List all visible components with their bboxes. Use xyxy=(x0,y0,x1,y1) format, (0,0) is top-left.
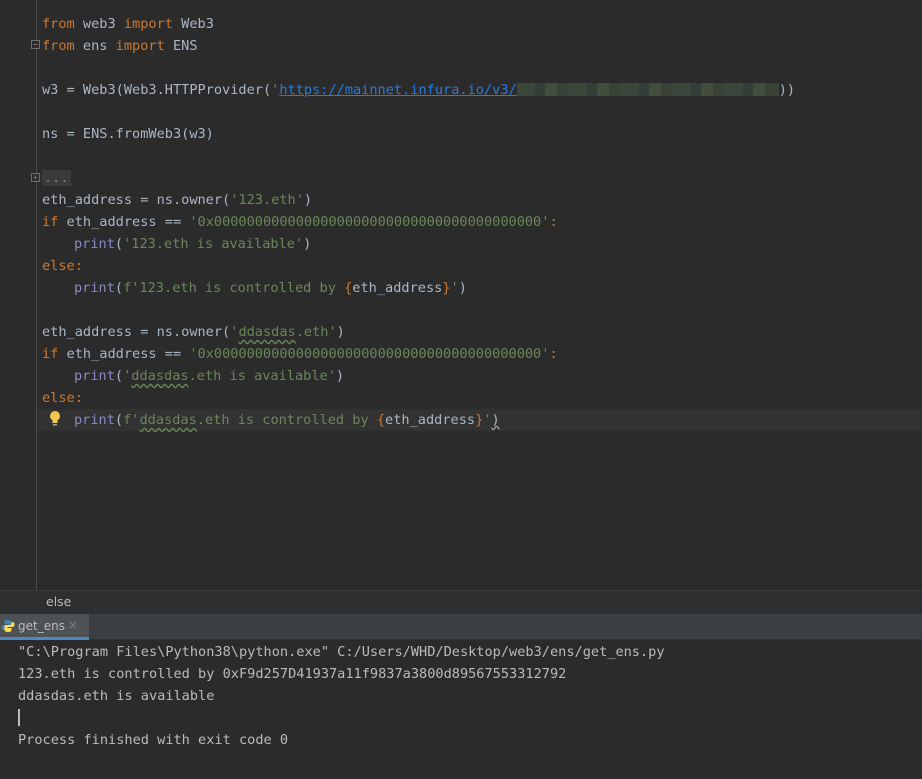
code-text: ( xyxy=(114,236,124,252)
keyword: if xyxy=(42,214,59,230)
keyword: from xyxy=(42,16,75,32)
code-text: eth_address xyxy=(385,412,476,428)
code-text: )) xyxy=(778,82,796,98)
code-text: eth_address = ns.owner( xyxy=(42,192,231,208)
redacted-api-key xyxy=(516,83,779,96)
spelling-warning[interactable]: ddasdas xyxy=(139,412,196,428)
code-text: ns = ENS.fromWeb3(w3) xyxy=(42,126,214,142)
code-text: ) xyxy=(303,192,313,208)
run-tab-bar: get_ens × xyxy=(0,614,922,640)
code-line-7[interactable]: if eth_address == '0x0000000000000000000… xyxy=(42,211,558,233)
fstring-brace: { xyxy=(376,412,386,428)
code-text: Web3 xyxy=(172,16,214,32)
text-cursor xyxy=(18,709,20,726)
keyword: else xyxy=(42,258,75,274)
run-console[interactable]: "C:\Program Files\Python38\python.exe" C… xyxy=(0,640,922,779)
fold-icon[interactable]: − xyxy=(31,40,40,49)
console-line: ddasdas.eth is available xyxy=(18,688,215,704)
code-line-2[interactable]: from ens import ENS xyxy=(42,35,198,57)
close-icon[interactable]: × xyxy=(68,618,78,632)
code-line-8[interactable]: print('123.eth is available') xyxy=(74,233,311,255)
console-line: 123.eth is controlled by 0xF9d257D41937a… xyxy=(18,666,567,682)
code-text: eth_address xyxy=(352,280,443,296)
fstring-brace: } xyxy=(442,280,451,296)
builtin-function: print xyxy=(74,280,115,296)
spelling-warning[interactable]: ddasdas xyxy=(238,324,295,340)
code-line-10[interactable]: print(f'123.eth is controlled by {eth_ad… xyxy=(74,277,467,299)
code-text: ) xyxy=(303,236,312,252)
colon: : xyxy=(549,346,558,362)
keyword: else xyxy=(42,390,75,406)
spelling-warning[interactable]: ddasdas xyxy=(131,368,188,384)
fstring-literal: f'123.eth is controlled by xyxy=(123,280,345,296)
code-line-11[interactable]: eth_address = ns.owner('ddasdas.eth') xyxy=(42,321,345,343)
code-line-1[interactable]: from web3 import Web3 xyxy=(42,13,214,35)
console-line: Process finished with exit code 0 xyxy=(18,732,289,748)
code-text: ) xyxy=(491,412,500,428)
folded-region[interactable]: ... xyxy=(42,170,71,186)
code-text: web3 xyxy=(74,16,124,32)
python-icon xyxy=(1,620,15,632)
string-literal: .eth' xyxy=(295,324,337,340)
breadcrumb: else xyxy=(0,590,922,614)
string-literal: .eth is available' xyxy=(188,368,336,384)
code-line-5[interactable]: ... xyxy=(42,167,71,189)
code-text: eth_address == xyxy=(58,346,190,362)
code-text: ) xyxy=(458,280,467,296)
code-text: eth_address == xyxy=(58,214,190,230)
tab-label: get_ens xyxy=(18,619,65,633)
gutter-divider xyxy=(36,0,37,590)
colon: : xyxy=(549,214,558,230)
infura-url-link[interactable]: https://mainnet.infura.io/v3/ xyxy=(279,82,516,98)
builtin-function: print xyxy=(74,236,115,252)
code-line-3[interactable]: w3 = Web3(Web3.HTTPProvider('https://mai… xyxy=(42,79,795,101)
keyword: import xyxy=(115,38,165,54)
code-text: ENS xyxy=(164,38,198,54)
lightbulb-icon[interactable] xyxy=(49,410,61,430)
string-literal: '123.eth is available' xyxy=(123,236,304,252)
code-line-14[interactable]: else: xyxy=(42,387,83,409)
code-text: ) xyxy=(336,324,345,340)
string-quote: ' xyxy=(450,280,459,296)
code-text: ( xyxy=(114,368,124,384)
code-text: ( xyxy=(114,412,124,428)
fstring-literal: .eth is controlled by xyxy=(196,412,377,428)
code-line-12[interactable]: if eth_address == '0x0000000000000000000… xyxy=(42,343,558,365)
code-text: ) xyxy=(335,368,345,384)
code-line-9[interactable]: else: xyxy=(42,255,83,277)
keyword: from xyxy=(42,38,75,54)
fstring-prefix: f' xyxy=(123,412,140,428)
code-editor[interactable]: − + from web3 import Web3 from ens impor… xyxy=(0,0,922,590)
builtin-function: print xyxy=(74,412,115,428)
code-line-6[interactable]: eth_address = ns.owner('123.eth') xyxy=(42,189,312,211)
code-line-15[interactable]: print(f'ddasdas.eth is controlled by {et… xyxy=(74,409,500,431)
builtin-function: print xyxy=(74,368,115,384)
keyword: if xyxy=(42,346,59,362)
keyword: import xyxy=(123,16,173,32)
code-text: w3 = Web3(Web3.HTTPProvider( xyxy=(42,82,272,98)
code-line-13[interactable]: print('ddasdas.eth is available') xyxy=(74,365,344,387)
run-tab-get-ens[interactable]: get_ens × xyxy=(0,614,89,640)
code-line-4[interactable]: ns = ENS.fromWeb3(w3) xyxy=(42,123,214,145)
string-literal: '123.eth' xyxy=(230,192,304,208)
colon: : xyxy=(74,390,83,406)
string-literal: '0x0000000000000000000000000000000000000… xyxy=(189,346,550,362)
code-text: ( xyxy=(114,280,124,296)
console-line: "C:\Program Files\Python38\python.exe" C… xyxy=(18,644,665,660)
colon: : xyxy=(74,258,83,274)
code-text: ens xyxy=(74,38,116,54)
breadcrumb-item[interactable]: else xyxy=(46,591,71,613)
code-text: eth_address = ns.owner( xyxy=(42,324,231,340)
string-literal: '0x0000000000000000000000000000000000000… xyxy=(189,214,550,230)
fold-icon[interactable]: + xyxy=(31,173,40,182)
